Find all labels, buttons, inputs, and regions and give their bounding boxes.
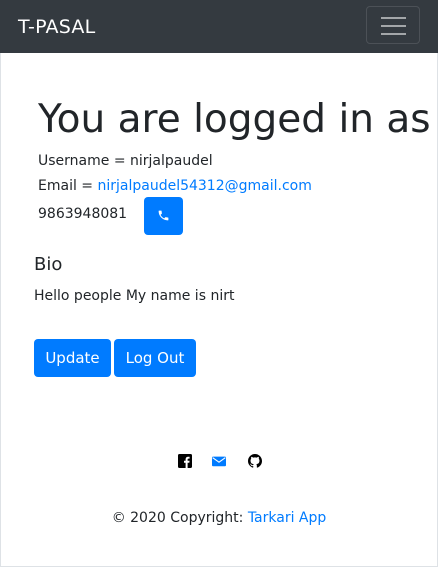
page-title: You are logged in as	[38, 97, 431, 142]
logout-button[interactable]: Log Out	[114, 339, 196, 377]
phone-icon	[158, 210, 169, 221]
email-row: Email = nirjalpaudel54312@gmail.com	[38, 176, 312, 196]
username-value: nirjalpaudel	[130, 153, 213, 169]
facebook-icon[interactable]	[178, 454, 192, 468]
navbar-toggler-button[interactable]	[366, 6, 420, 44]
envelope-icon[interactable]	[212, 454, 226, 468]
update-button[interactable]: Update	[34, 339, 111, 377]
email-label: Email =	[38, 178, 98, 194]
bio-text: Hello people My name is nirt	[34, 288, 235, 304]
footer-link[interactable]: Tarkari App	[248, 510, 326, 526]
hamburger-menu-icon-bar	[381, 25, 406, 27]
navbar: T-PASAL	[0, 0, 438, 53]
github-icon[interactable]	[248, 454, 262, 468]
page-frame	[0, 0, 438, 567]
phone-number: 9863948081	[38, 206, 128, 222]
hamburger-menu-icon-bar	[381, 33, 406, 35]
email-link[interactable]: nirjalpaudel54312@gmail.com	[97, 178, 311, 194]
username-row: Username = nirjalpaudel	[38, 151, 213, 171]
footer-copyright: © 2020 Copyright:	[111, 510, 248, 526]
hamburger-menu-icon	[381, 17, 406, 19]
bio-heading: Bio	[34, 254, 63, 275]
footer: © 2020 Copyright: Tarkari App	[0, 508, 438, 528]
call-button[interactable]	[144, 197, 183, 235]
navbar-brand[interactable]: T-PASAL	[18, 14, 95, 40]
username-label: Username =	[38, 153, 130, 169]
